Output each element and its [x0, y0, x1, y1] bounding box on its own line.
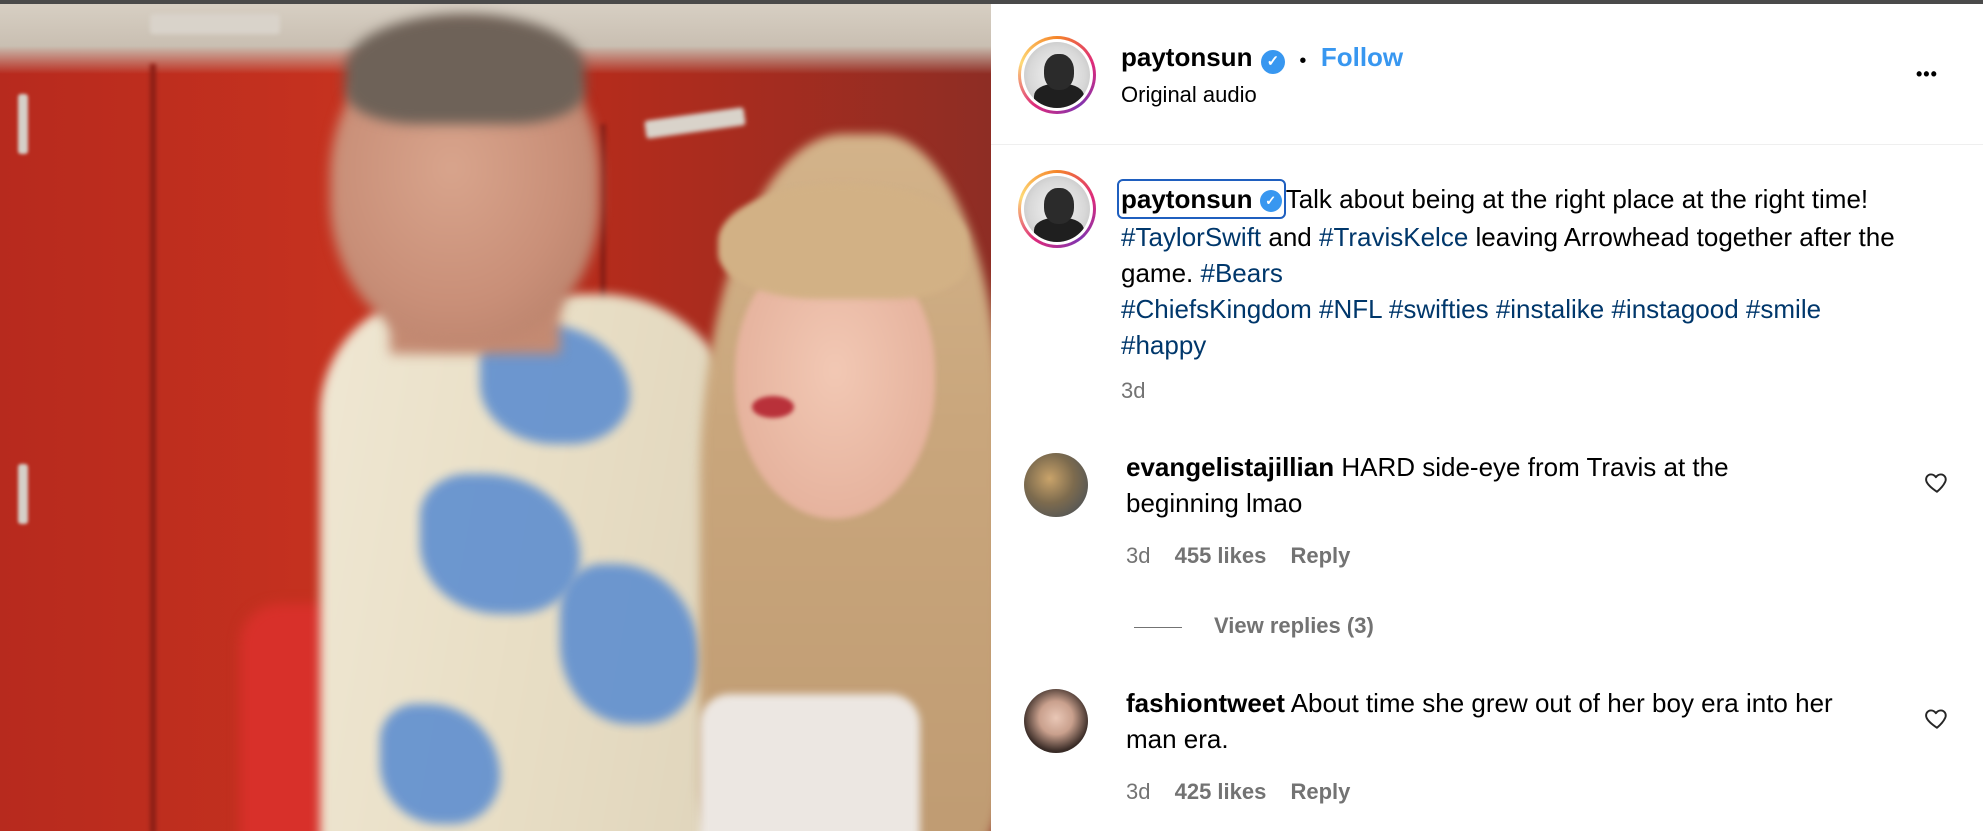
post-video[interactable] — [0, 4, 991, 831]
caption-text: Talk about being at the right place at t… — [1285, 184, 1869, 214]
caption-author-avatar[interactable] — [1018, 170, 1096, 248]
post-side-panel: paytonsun ✓ • Follow Original audio ••• … — [991, 4, 1983, 831]
door-edge — [150, 64, 156, 831]
caption-username[interactable]: paytonsun ✓ — [1117, 179, 1286, 219]
woman-top — [700, 694, 920, 831]
verified-badge-icon: ✓ — [1259, 190, 1282, 213]
hashtag-link[interactable]: #swifties — [1389, 294, 1489, 324]
woman-bangs — [718, 184, 968, 299]
caption-text: and — [1261, 222, 1319, 252]
woman-lips — [752, 396, 794, 418]
comment-body: fashiontweet About time she grew out of … — [1126, 685, 1846, 757]
light-fixture — [644, 107, 746, 139]
commenter-username[interactable]: fashiontweet — [1126, 688, 1285, 718]
reply-button[interactable]: Reply — [1290, 543, 1350, 568]
caption-timestamp[interactable]: 3d — [1121, 378, 1145, 403]
replies-divider — [1134, 626, 1182, 628]
comment-likes[interactable]: 455 likes — [1175, 543, 1267, 568]
hashtag-link[interactable]: #NFL — [1319, 294, 1382, 324]
view-replies-button[interactable]: View replies (3) — [1134, 613, 1374, 639]
hashtag-link[interactable]: #ChiefsKingdom — [1121, 294, 1312, 324]
heart-outline-icon[interactable] — [1924, 705, 1950, 731]
comment-timestamp[interactable]: 3d — [1126, 543, 1150, 568]
hashtag-link[interactable]: #happy — [1121, 330, 1206, 360]
comment-timestamp[interactable]: 3d — [1126, 779, 1150, 804]
door-hinge — [18, 464, 28, 524]
more-horizontal-icon[interactable]: ••• — [1916, 64, 1938, 85]
hashtag-link[interactable]: #Bears — [1201, 258, 1283, 288]
audio-label[interactable]: Original audio — [1121, 82, 1257, 108]
hashtag-link[interactable]: #instalike — [1496, 294, 1604, 324]
door-hinge — [18, 94, 28, 154]
post-caption: paytonsun ✓ Talk about being at the right… — [1117, 179, 1931, 409]
comment-likes[interactable]: 425 likes — [1175, 779, 1267, 804]
author-username[interactable]: paytonsun — [1121, 42, 1252, 72]
header-title-row: paytonsun ✓ • Follow — [1121, 42, 1403, 74]
view-replies-label: View replies (3) — [1214, 613, 1374, 638]
comment-meta: 3d 425 likes Reply — [1126, 779, 1368, 805]
heart-outline-icon[interactable] — [1924, 469, 1950, 495]
verified-badge-icon: ✓ — [1260, 49, 1285, 74]
follow-button[interactable]: Follow — [1321, 42, 1403, 72]
hashtag-link[interactable]: #smile — [1746, 294, 1821, 324]
commenter-avatar[interactable] — [1024, 453, 1088, 517]
reply-button[interactable]: Reply — [1290, 779, 1350, 804]
light-fixture — [150, 14, 280, 34]
commenter-avatar[interactable] — [1024, 689, 1088, 753]
man-hair — [345, 14, 585, 124]
hashtag-link[interactable]: #TravisKelce — [1319, 222, 1468, 252]
hashtag-link[interactable]: #instagood — [1611, 294, 1738, 324]
hashtag-link[interactable]: #TaylorSwift — [1121, 222, 1261, 252]
commenter-username[interactable]: evangelistajillian — [1126, 452, 1334, 482]
comment-meta: 3d 455 likes Reply — [1126, 543, 1368, 569]
comment-body: evangelistajillian HARD side-eye from Tr… — [1126, 449, 1846, 521]
post-header: paytonsun ✓ • Follow Original audio ••• — [991, 4, 1983, 145]
author-avatar[interactable] — [1018, 36, 1096, 114]
separator-dot: • — [1299, 50, 1307, 73]
